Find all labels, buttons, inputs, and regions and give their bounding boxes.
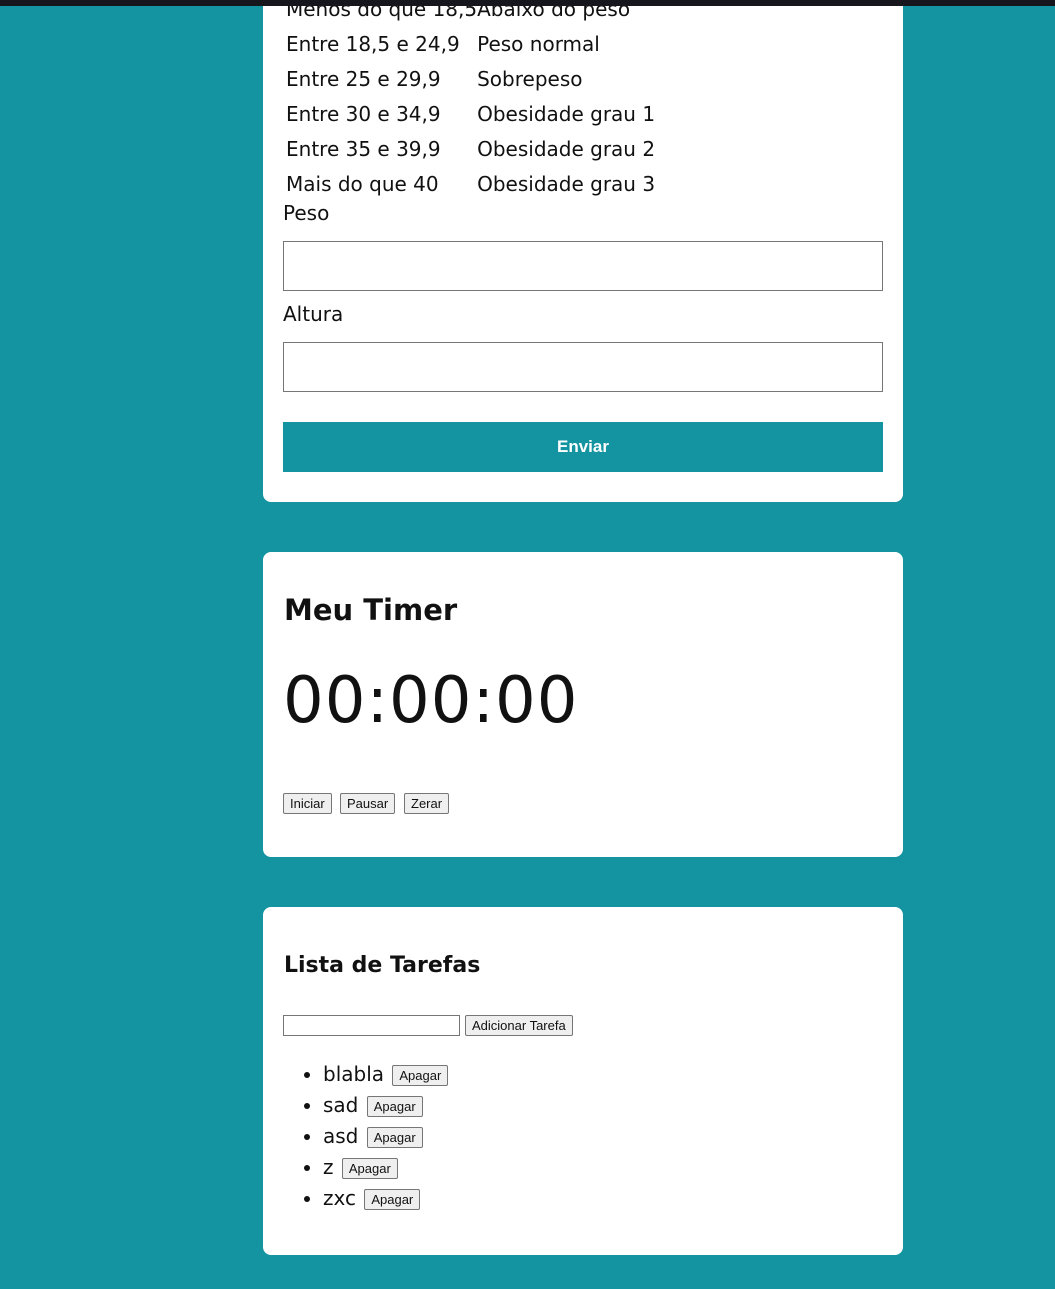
imc-range-cell: Entre 30 e 34,9: [286, 101, 441, 126]
task-card: Lista de Tarefas Adicionar Tarefa blabla…: [263, 907, 903, 1255]
peso-input[interactable]: [283, 241, 883, 291]
browser-top-bar: [0, 0, 1055, 6]
imc-class-cell: Obesidade grau 2: [477, 136, 656, 161]
task-item-label: zxc: [323, 1186, 356, 1210]
task-item-label: blabla: [323, 1062, 385, 1086]
timer-title: Meu Timer: [284, 593, 458, 627]
imc-table-row: Entre 25 e 29,9 Sobrepeso: [286, 61, 655, 96]
imc-class-cell: Peso normal: [477, 31, 600, 56]
imc-table-row: Entre 30 e 34,9 Obesidade grau 1: [286, 96, 655, 131]
task-item: zxc Apagar: [323, 1183, 448, 1214]
imc-class-cell: Obesidade grau 3: [477, 171, 656, 196]
imc-class-cell: Sobrepeso: [477, 66, 583, 91]
altura-label: Altura: [283, 302, 344, 326]
delete-task-button[interactable]: Apagar: [366, 1127, 423, 1148]
imc-table-row: Entre 18,5 e 24,9 Peso normal: [286, 26, 655, 61]
task-item: asd Apagar: [323, 1121, 448, 1152]
task-input[interactable]: [283, 1015, 460, 1036]
imc-class-cell: Obesidade grau 1: [477, 101, 656, 126]
imc-range-cell: Mais do que 40: [286, 171, 439, 196]
delete-task-button[interactable]: Apagar: [341, 1158, 398, 1179]
enviar-button[interactable]: Enviar: [283, 422, 883, 472]
task-list-title: Lista de Tarefas: [284, 953, 481, 978]
imc-range-cell: Entre 35 e 39,9: [286, 136, 441, 161]
task-item: z Apagar: [323, 1152, 448, 1183]
start-button[interactable]: Iniciar: [283, 793, 332, 814]
imc-table-row: Entre 35 e 39,9 Obesidade grau 2: [286, 131, 655, 166]
imc-range-cell: Entre 18,5 e 24,9: [286, 31, 460, 56]
add-task-button[interactable]: Adicionar Tarefa: [465, 1015, 573, 1036]
pause-button[interactable]: Pausar: [340, 793, 396, 814]
delete-task-button[interactable]: Apagar: [364, 1189, 421, 1210]
task-item-label: z: [323, 1155, 334, 1179]
task-item: blabla Apagar: [323, 1059, 449, 1090]
timer-card: Meu Timer 00:00:00 Iniciar Pausar Zerar: [263, 552, 903, 857]
imc-table-row: Mais do que 40 Obesidade grau 3: [286, 166, 655, 201]
peso-label: Peso: [283, 201, 330, 225]
task-item-label: sad: [323, 1093, 359, 1117]
timer-display: 00:00:00: [283, 664, 579, 738]
task-item: sad Apagar: [323, 1090, 448, 1121]
task-list: blabla Apagar sad Apagar asd Apagar z Ap…: [283, 1059, 449, 1214]
task-item-label: asd: [323, 1124, 359, 1148]
imc-card: Menos do que 18,5 Abaixo do peso Entre 1…: [263, 0, 903, 502]
reset-button[interactable]: Zerar: [404, 793, 450, 814]
altura-input[interactable]: [283, 342, 883, 392]
delete-task-button[interactable]: Apagar: [366, 1096, 423, 1117]
imc-range-cell: Entre 25 e 29,9: [286, 66, 441, 91]
delete-task-button[interactable]: Apagar: [392, 1065, 449, 1086]
imc-table: Menos do que 18,5 Abaixo do peso Entre 1…: [286, 0, 655, 201]
